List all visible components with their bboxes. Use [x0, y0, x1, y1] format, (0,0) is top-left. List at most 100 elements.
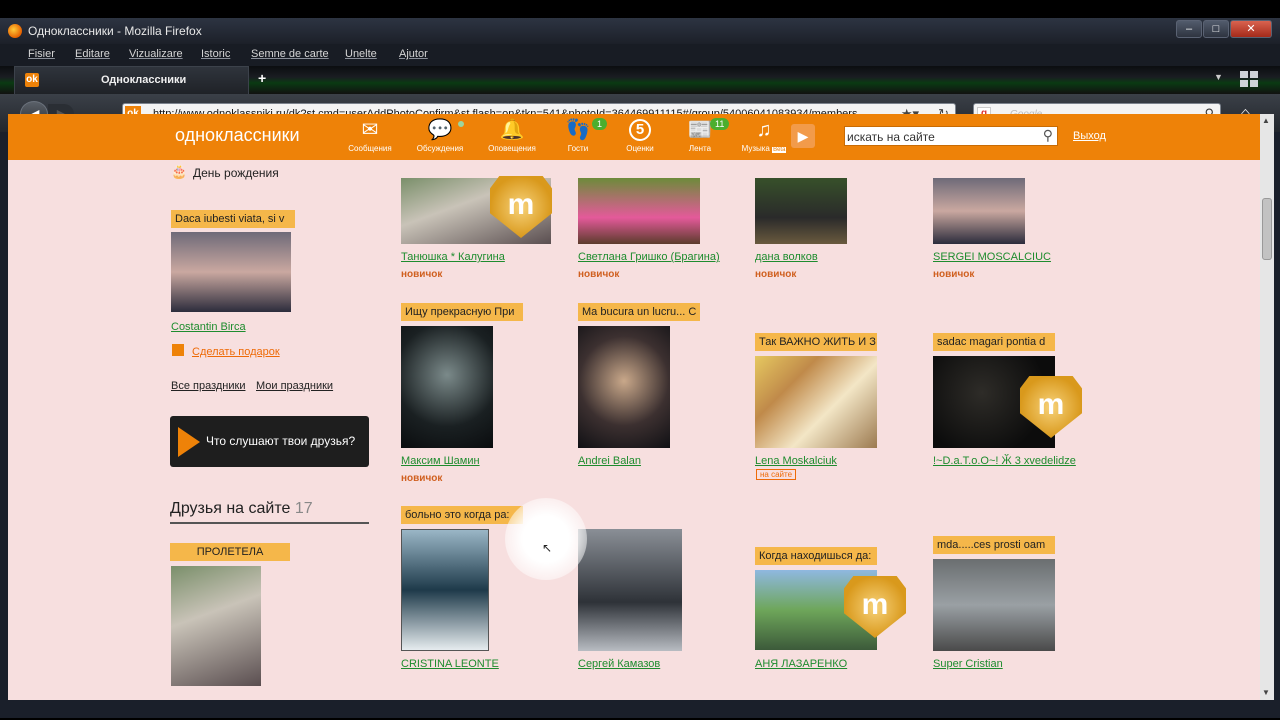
nav-notifications[interactable]: 🔔 Оповещения — [482, 118, 542, 153]
nav-ratings-label: Оценки — [626, 144, 654, 153]
player-play-icon[interactable]: ▶ — [791, 124, 815, 148]
member-status: новичок — [933, 269, 975, 280]
my-holidays-link[interactable]: Мои праздники — [256, 380, 333, 392]
member-photo[interactable] — [578, 178, 700, 244]
menu-unelte[interactable]: Unelte — [345, 48, 377, 60]
friends-music-label: Что слушают твои друзья? — [206, 434, 356, 448]
music-icon: ♫ — [756, 119, 772, 141]
member-status: новичок — [401, 269, 443, 280]
window-title: Одноклассники - Mozilla Firefox — [28, 24, 202, 38]
site-search-input[interactable]: искать на сайте ⚲ — [844, 126, 1058, 146]
member-status: новичок — [401, 473, 443, 484]
member-photo[interactable] — [578, 529, 682, 651]
member-name-link[interactable]: Максим Шамин — [401, 455, 480, 467]
feed-count-badge: 11 — [710, 118, 730, 130]
friend-photo[interactable] — [171, 232, 291, 312]
nav-notifications-label: Оповещения — [488, 144, 536, 153]
status-caption: больно это когда ра: — [401, 506, 523, 524]
friends-count: 17 — [294, 500, 313, 517]
nav-discussions[interactable]: 💬 Обсуждения — [410, 118, 470, 153]
nav-feed-label: Лента — [688, 144, 712, 153]
member-name-link[interactable]: Сергей Камазов — [578, 658, 660, 670]
nav-discussions-label: Обсуждения — [416, 144, 464, 153]
scroll-up-icon[interactable]: ▲ — [1262, 116, 1270, 125]
search-icon[interactable]: ⚲ — [1043, 127, 1053, 144]
member-status: новичок — [578, 269, 620, 280]
status-caption: Когда находишься да: — [755, 547, 877, 565]
window-controls: – □ ✕ — [1175, 20, 1272, 38]
member-name-link[interactable]: SERGEI MOSCALCIUC — [933, 251, 1051, 263]
nav-ratings[interactable]: 5 Оценки — [610, 118, 670, 153]
member-photo[interactable] — [933, 178, 1025, 244]
menu-semne-de-carte[interactable]: Semne de carte — [251, 48, 329, 60]
firefox-icon — [8, 24, 22, 38]
menu-vizualizare[interactable]: Vizualizare — [129, 48, 183, 60]
maximize-button[interactable]: □ — [1203, 20, 1229, 38]
new-tab-button[interactable]: + — [258, 70, 266, 86]
tab-title: Одноклассники — [101, 74, 187, 86]
guests-count-badge: 1 — [592, 118, 608, 130]
nav-music-label: Музыка Beta — [741, 144, 787, 153]
menu-istoric[interactable]: Istoric — [201, 48, 230, 60]
vertical-scrollbar[interactable]: ▲ ▼ — [1260, 114, 1274, 700]
close-button[interactable]: ✕ — [1230, 20, 1272, 38]
tab-odnoklassniki[interactable]: ok Одноклассники — [14, 66, 249, 94]
member-photo[interactable] — [933, 559, 1055, 651]
status-caption: ПРОЛЕТЕЛА — [170, 543, 290, 561]
member-name-link[interactable]: Super Cristian — [933, 658, 1003, 670]
status-caption: Ищу прекрасную При — [401, 303, 523, 321]
site-search-placeholder[interactable]: искать на сайте — [847, 130, 935, 144]
member-name-link[interactable]: Andrei Balan — [578, 455, 641, 467]
member-photo[interactable] — [755, 178, 847, 244]
ok-favicon-icon: ok — [25, 73, 39, 87]
logout-link[interactable]: Выход — [1073, 130, 1106, 142]
cursor-highlight — [505, 498, 587, 580]
envelope-icon: ✉ — [361, 119, 379, 141]
tab-list-dropdown-icon[interactable]: ▼ — [1214, 72, 1223, 82]
friend-name-link[interactable]: Costantin Birca — [171, 321, 246, 333]
member-name-link[interactable]: дана волков — [755, 251, 818, 263]
member-photo[interactable] — [401, 529, 489, 651]
menu-ajutor[interactable]: Ajutor — [399, 48, 428, 60]
status-caption: Ma bucura un lucru... C — [578, 303, 700, 321]
tab-groups-icon[interactable] — [1240, 71, 1258, 87]
birthday-heading: День рождения — [193, 166, 279, 180]
member-name-link[interactable]: Танюшка * Калугина — [401, 251, 505, 263]
all-holidays-link[interactable]: Все праздники — [171, 380, 245, 392]
friend-photo[interactable] — [171, 566, 261, 686]
beta-badge: Beta — [772, 147, 787, 153]
scrollbar-thumb[interactable] — [1262, 198, 1272, 260]
menu-editare[interactable]: Editare — [75, 48, 110, 60]
nav-messages[interactable]: ✉ Сообщения — [340, 118, 400, 153]
menu-fisier[interactable]: Fisier — [28, 48, 55, 60]
status-caption: mda.....ces prosti oam — [933, 536, 1055, 554]
play-icon — [178, 427, 200, 457]
cake-icon: 🎂 — [171, 164, 188, 179]
new-indicator-icon — [458, 121, 464, 127]
member-photo[interactable] — [401, 326, 493, 448]
member-name-link[interactable]: Светлана Гришко (Брагина) — [578, 251, 720, 263]
member-status: новичок — [755, 269, 797, 280]
member-photo[interactable] — [578, 326, 670, 448]
member-name-link[interactable]: CRISTINA LEONTE — [401, 658, 499, 670]
page-content: одноклассники ✉ Сообщения 💬 Обсуждения 🔔… — [8, 114, 1260, 700]
nav-feed[interactable]: 📰 Лента 11 — [670, 118, 730, 153]
ok-logo[interactable]: одноклассники — [175, 125, 300, 146]
menu-bar: Fisier Editare Vizualizare Istoric Semne… — [0, 44, 1280, 66]
member-photo[interactable] — [755, 356, 877, 448]
friends-online-heading[interactable]: Друзья на сайте 17 — [170, 500, 313, 518]
nav-music[interactable]: ♫ Музыка Beta — [734, 118, 794, 153]
member-name-link[interactable]: !~D.a.T.o.O~! Ӂ 3 xvedelidze — [933, 455, 1076, 467]
nav-guests[interactable]: 👣 Гости 1 — [548, 118, 608, 153]
tab-bar: ok Одноклассники + ▼ — [0, 66, 1280, 94]
minimize-button[interactable]: – — [1176, 20, 1202, 38]
ok-header: одноклассники ✉ Сообщения 💬 Обсуждения 🔔… — [8, 114, 1260, 160]
divider — [170, 522, 369, 524]
online-status-badge: на сайте — [756, 469, 797, 480]
friends-music-button[interactable]: Что слушают твои друзья? — [170, 416, 369, 467]
title-bar: Одноклассники - Mozilla Firefox – □ ✕ — [0, 18, 1280, 44]
scroll-down-icon[interactable]: ▼ — [1262, 688, 1270, 697]
member-name-link[interactable]: АНЯ ЛАЗАРЕНКО — [755, 658, 847, 670]
make-gift-link[interactable]: Сделать подарок — [192, 346, 280, 358]
member-name-link[interactable]: Lena Moskalciuk — [755, 455, 837, 467]
